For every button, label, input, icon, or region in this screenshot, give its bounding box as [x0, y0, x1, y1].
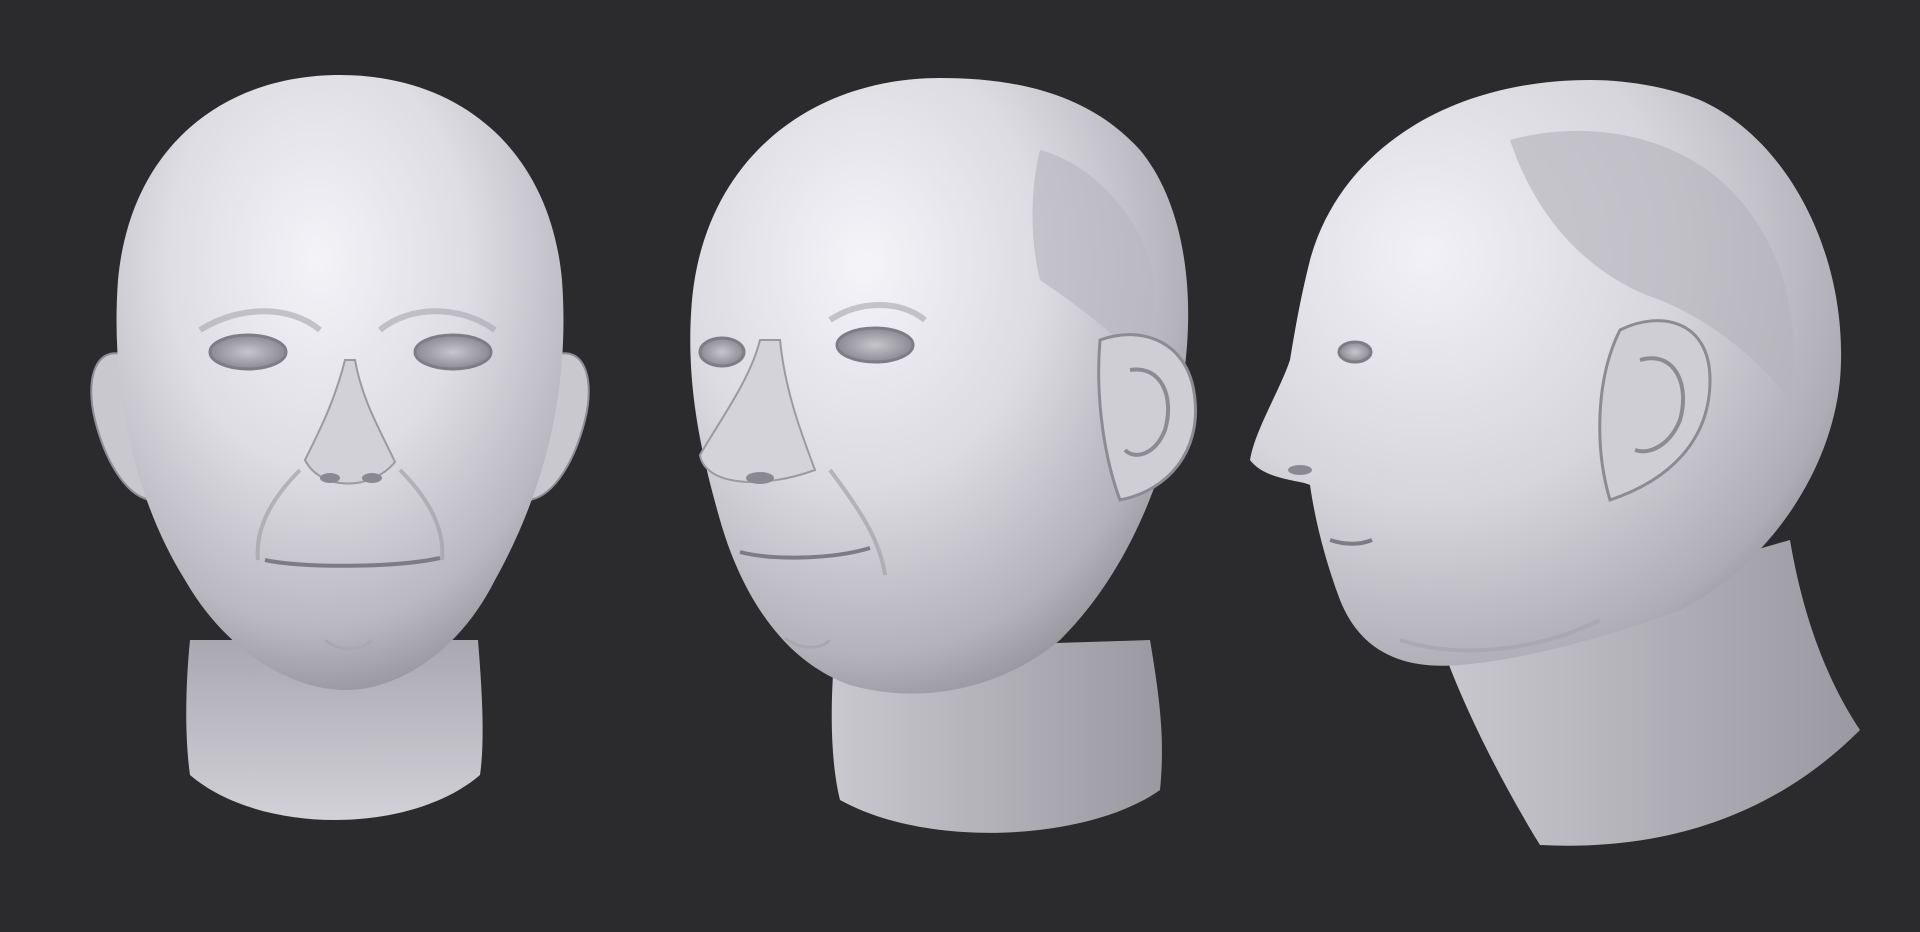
front-right-eye — [413, 333, 493, 371]
head-front-view — [90, 75, 590, 820]
head-three-quarter-view — [690, 78, 1198, 833]
tq-left-eye — [698, 336, 746, 368]
profile-nose — [1288, 465, 1312, 475]
tq-right-eye — [835, 326, 915, 364]
tq-ear — [1097, 333, 1198, 502]
render-viewport — [0, 0, 1920, 932]
head-profile-view — [1250, 80, 1860, 846]
profile-eye — [1337, 340, 1373, 364]
sculpt-render-canvas — [90, 75, 1860, 846]
front-left-eye — [208, 333, 288, 371]
